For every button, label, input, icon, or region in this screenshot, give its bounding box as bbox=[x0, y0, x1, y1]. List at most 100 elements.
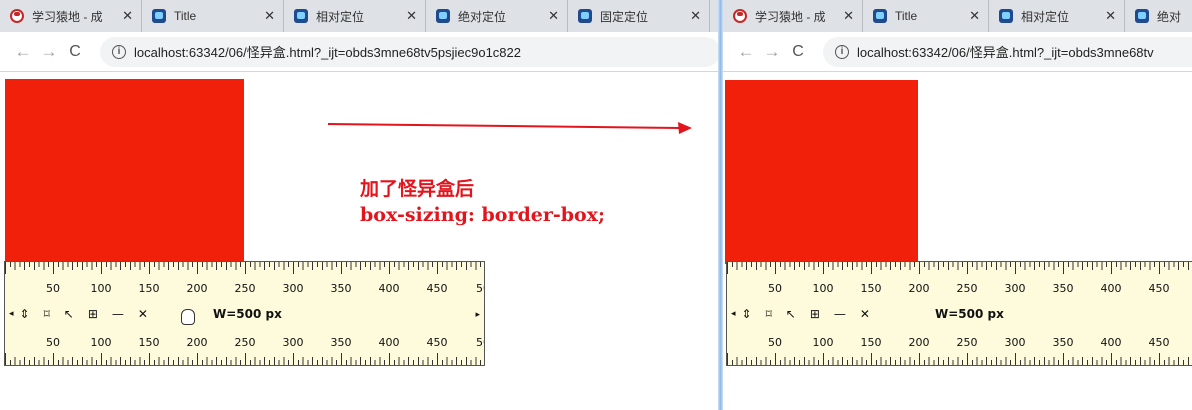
close-icon[interactable]: ✕ bbox=[122, 8, 133, 24]
tick-label: 350 bbox=[330, 282, 352, 295]
browser-window-right: 学习猿地 - 成 ✕ Title ✕ 相对定位 ✕ 绝对 ← → C i loc… bbox=[723, 0, 1192, 410]
tick-label: 150 bbox=[860, 282, 882, 295]
info-icon[interactable]: i bbox=[112, 44, 126, 59]
close-icon[interactable]: ✕ bbox=[264, 8, 275, 24]
back-icon[interactable]: ← bbox=[733, 42, 759, 62]
tab-label: 相对定位 bbox=[316, 9, 365, 24]
tick-label: 400 bbox=[378, 336, 400, 349]
tab-strip: 学习猿地 - 成 ✕ Title ✕ 相对定位 ✕ 绝对定位 ✕ 固定定位 ✕ bbox=[0, 0, 720, 32]
page-icon bbox=[152, 9, 166, 23]
minimize-icon[interactable]: — bbox=[112, 307, 124, 321]
tick-label: 100 bbox=[90, 282, 112, 295]
tick-label: 450 bbox=[426, 282, 448, 295]
tab-relative[interactable]: 相对定位 ✕ bbox=[284, 0, 426, 32]
orientation-icon[interactable]: ⇕ bbox=[742, 307, 752, 321]
ruler-numbers-top: 50 100 150 200 250 300 350 400 450 bbox=[727, 282, 1192, 296]
tick-label: 400 bbox=[1100, 282, 1122, 295]
tick-label: 50 bbox=[476, 336, 484, 349]
ruler-numbers-top: 50 100 150 200 250 300 350 400 450 50 bbox=[5, 282, 484, 296]
tick-label: 150 bbox=[138, 336, 160, 349]
pointer-icon[interactable]: ↖ bbox=[64, 307, 74, 321]
ruler-ticks-top bbox=[727, 262, 1192, 274]
tab-absolute[interactable]: 绝对定位 ✕ bbox=[426, 0, 568, 32]
close-icon[interactable]: ✕ bbox=[860, 307, 870, 321]
tick-label: 450 bbox=[426, 336, 448, 349]
crop-icon[interactable]: ⌑ bbox=[44, 307, 50, 321]
tab-strip: 学习猿地 - 成 ✕ Title ✕ 相对定位 ✕ 绝对 bbox=[723, 0, 1192, 32]
tab-title[interactable]: Title ✕ bbox=[142, 0, 284, 32]
arrow-right-icon[interactable]: ▸ bbox=[475, 310, 480, 320]
minimize-icon[interactable]: — bbox=[834, 307, 846, 321]
forward-icon[interactable]: → bbox=[36, 42, 62, 62]
annotation-text: 加了怪异盒后 box-sizing: border-box; bbox=[360, 176, 605, 228]
tick-label: 200 bbox=[908, 282, 930, 295]
forward-icon[interactable]: → bbox=[759, 42, 785, 62]
info-icon[interactable]: i bbox=[835, 44, 849, 59]
tab-label: 固定定位 bbox=[600, 9, 649, 24]
close-icon[interactable]: ✕ bbox=[843, 8, 854, 24]
screen-ruler[interactable]: 50 100 150 200 250 300 350 400 450 ◂ ⇕ ⌑… bbox=[726, 261, 1192, 366]
tab-label: 绝对 bbox=[1157, 9, 1182, 24]
tick-label: 150 bbox=[860, 336, 882, 349]
back-icon[interactable]: ← bbox=[10, 42, 36, 62]
page-icon bbox=[999, 9, 1013, 23]
tab-label: Title bbox=[895, 9, 918, 23]
close-icon[interactable]: ✕ bbox=[138, 307, 148, 321]
reload-icon[interactable]: C bbox=[62, 43, 88, 61]
tick-label: 250 bbox=[956, 282, 978, 295]
tick-label: 200 bbox=[186, 336, 208, 349]
tick-label: 50 bbox=[476, 282, 484, 295]
reload-icon[interactable]: C bbox=[785, 43, 811, 61]
tab-title[interactable]: Title ✕ bbox=[863, 0, 989, 32]
tab-label: 相对定位 bbox=[1021, 9, 1070, 24]
page-icon bbox=[873, 9, 887, 23]
tick-label: 250 bbox=[956, 336, 978, 349]
tick-label: 300 bbox=[1004, 282, 1026, 295]
tab-label: 学习猿地 - 成 bbox=[32, 9, 103, 24]
tick-label: 150 bbox=[138, 282, 160, 295]
hat-icon bbox=[10, 9, 24, 23]
tick-label: 50 bbox=[768, 336, 782, 349]
tick-label: 100 bbox=[90, 336, 112, 349]
tick-label: 250 bbox=[234, 282, 256, 295]
url-text: localhost:63342/06/怪异盒.html?_ijt=obds3mn… bbox=[857, 45, 1154, 60]
arrow-left-icon[interactable]: ◂ bbox=[9, 309, 14, 319]
ruler-width-label: W=500 px bbox=[935, 307, 1004, 321]
tick-label: 450 bbox=[1148, 282, 1170, 295]
tick-label: 100 bbox=[812, 282, 834, 295]
close-icon[interactable]: ✕ bbox=[969, 8, 980, 24]
close-icon[interactable]: ✕ bbox=[548, 8, 559, 24]
tab-label: Title bbox=[174, 9, 197, 23]
grid-icon[interactable]: ⊞ bbox=[88, 307, 98, 321]
close-icon[interactable]: ✕ bbox=[690, 8, 701, 24]
screen-ruler[interactable]: 50 100 150 200 250 300 350 400 450 50 ◂ … bbox=[4, 261, 485, 366]
page-icon bbox=[294, 9, 308, 23]
close-icon[interactable]: ✕ bbox=[1105, 8, 1116, 24]
browser-window-left: 学习猿地 - 成 ✕ Title ✕ 相对定位 ✕ 绝对定位 ✕ 固定定位 ✕ … bbox=[0, 0, 720, 410]
tick-label: 300 bbox=[1004, 336, 1026, 349]
tab-xuexi[interactable]: 学习猿地 - 成 ✕ bbox=[723, 0, 863, 32]
tick-label: 200 bbox=[186, 282, 208, 295]
address-bar[interactable]: i localhost:63342/06/怪异盒.html?_ijt=obds3… bbox=[823, 36, 1192, 67]
annotation-line-2: box-sizing: border-box; bbox=[360, 204, 606, 226]
orientation-icon[interactable]: ⇕ bbox=[20, 307, 30, 321]
close-icon[interactable]: ✕ bbox=[406, 8, 417, 24]
crop-icon[interactable]: ⌑ bbox=[766, 307, 772, 321]
tab-label: 绝对定位 bbox=[458, 9, 507, 24]
tab-xuexi[interactable]: 学习猿地 - 成 ✕ bbox=[0, 0, 142, 32]
ruler-numbers-bottom: 50 100 150 200 250 300 350 400 450 50 bbox=[5, 336, 484, 350]
annotation-arrow bbox=[328, 122, 692, 134]
pointer-icon[interactable]: ↖ bbox=[786, 307, 796, 321]
hand-cursor-icon bbox=[181, 309, 195, 325]
tab-relative[interactable]: 相对定位 ✕ bbox=[989, 0, 1125, 32]
tick-label: 100 bbox=[812, 336, 834, 349]
hat-icon bbox=[733, 9, 747, 23]
page-icon bbox=[1135, 9, 1149, 23]
address-bar[interactable]: i localhost:63342/06/怪异盒.html?_ijt=obds3… bbox=[100, 36, 720, 67]
tab-label: 学习猿地 - 成 bbox=[755, 9, 826, 24]
arrow-left-icon[interactable]: ◂ bbox=[731, 309, 736, 319]
ruler-numbers-bottom: 50 100 150 200 250 300 350 400 450 bbox=[727, 336, 1192, 350]
grid-icon[interactable]: ⊞ bbox=[810, 307, 820, 321]
tab-fixed[interactable]: 固定定位 ✕ bbox=[568, 0, 710, 32]
tab-absolute[interactable]: 绝对 bbox=[1125, 0, 1192, 32]
